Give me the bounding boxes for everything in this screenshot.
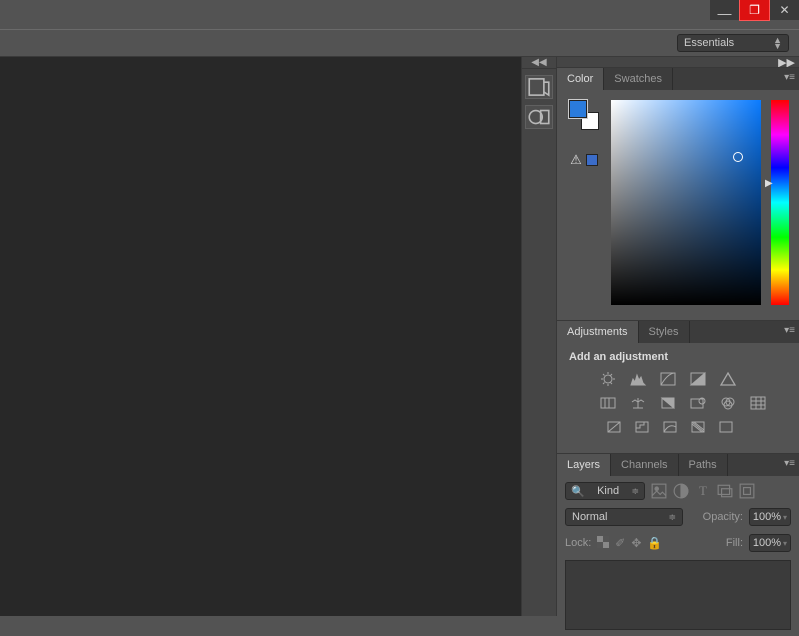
blend-mode-select[interactable]: Normal ≑ bbox=[565, 508, 683, 526]
filter-adjustment-icon[interactable] bbox=[673, 483, 689, 499]
gradient-map-icon[interactable] bbox=[689, 419, 707, 435]
tab-color[interactable]: Color bbox=[557, 68, 604, 90]
hue-slider[interactable]: ▶ bbox=[771, 100, 789, 305]
canvas-area bbox=[0, 57, 521, 616]
tab-paths[interactable]: Paths bbox=[679, 454, 728, 476]
dropdown-arrows-icon: ▲▼ bbox=[773, 37, 782, 49]
lock-pixels-icon[interactable]: ✐ bbox=[615, 536, 625, 550]
properties-panel-icon[interactable] bbox=[525, 105, 553, 129]
color-lookup-icon[interactable] bbox=[749, 395, 767, 411]
color-picker-cursor bbox=[733, 152, 743, 162]
gamut-warning-icon[interactable]: ⚠ bbox=[570, 152, 582, 168]
lock-label: Lock: bbox=[565, 537, 591, 549]
maximize-button[interactable]: ❐ bbox=[740, 0, 769, 20]
selective-color-icon[interactable] bbox=[717, 419, 735, 435]
color-balance-icon[interactable] bbox=[629, 395, 647, 411]
color-panel: Color Swatches ▾≡ ⚠ bbox=[557, 67, 799, 320]
adjustments-heading: Add an adjustment bbox=[569, 351, 787, 363]
invert-icon[interactable] bbox=[605, 419, 623, 435]
opacity-input[interactable]: 100%▾ bbox=[749, 508, 791, 526]
panel-menu-icon[interactable]: ▾≡ bbox=[784, 325, 795, 336]
levels-icon[interactable] bbox=[629, 371, 647, 387]
history-panel-icon[interactable] bbox=[525, 75, 553, 99]
close-button[interactable]: ✕ bbox=[770, 0, 799, 20]
tab-layers[interactable]: Layers bbox=[557, 454, 611, 476]
foreground-color-swatch[interactable] bbox=[569, 100, 587, 118]
lock-transparency-icon[interactable] bbox=[597, 536, 609, 551]
curves-icon[interactable] bbox=[659, 371, 677, 387]
gamut-swatch[interactable] bbox=[586, 154, 598, 166]
fill-label: Fill: bbox=[726, 537, 743, 549]
tab-swatches[interactable]: Swatches bbox=[604, 68, 673, 90]
black-white-icon[interactable] bbox=[659, 395, 677, 411]
tab-channels[interactable]: Channels bbox=[611, 454, 678, 476]
channel-mixer-icon[interactable] bbox=[719, 395, 737, 411]
minimize-button[interactable]: — bbox=[710, 0, 739, 20]
filter-smart-icon[interactable] bbox=[739, 483, 755, 499]
photo-filter-icon[interactable] bbox=[689, 395, 707, 411]
hue-saturation-icon[interactable] bbox=[599, 395, 617, 411]
layers-list-empty bbox=[565, 560, 791, 630]
collapse-toggle[interactable]: ◀◀ bbox=[522, 57, 556, 69]
collapsed-panel-strip: ◀◀ bbox=[521, 57, 557, 616]
workspace-selector[interactable]: Essentials ▲▼ bbox=[677, 34, 789, 52]
opacity-label: Opacity: bbox=[703, 511, 743, 523]
tab-adjustments[interactable]: Adjustments bbox=[557, 321, 639, 343]
tab-styles[interactable]: Styles bbox=[639, 321, 690, 343]
foreground-background-swatches[interactable] bbox=[569, 100, 599, 130]
brightness-contrast-icon[interactable] bbox=[599, 371, 617, 387]
workspace-label: Essentials bbox=[684, 37, 734, 49]
vibrance-icon[interactable] bbox=[719, 371, 737, 387]
posterize-icon[interactable] bbox=[633, 419, 651, 435]
adjustments-panel: Adjustments Styles ▾≡ Add an adjustment bbox=[557, 320, 799, 453]
panel-dock-header: ▶▶ bbox=[557, 57, 799, 67]
filter-pixel-icon[interactable] bbox=[651, 483, 667, 499]
layers-panel: Layers Channels Paths ▾≡ 🔍 Kind ≑ bbox=[557, 453, 799, 636]
panel-menu-icon[interactable]: ▾≡ bbox=[784, 458, 795, 469]
layer-kind-filter[interactable]: 🔍 Kind ≑ bbox=[565, 482, 645, 500]
options-bar: Essentials ▲▼ bbox=[0, 29, 799, 57]
lock-position-icon[interactable]: ✥ bbox=[631, 536, 641, 550]
fill-input[interactable]: 100%▾ bbox=[749, 534, 791, 552]
color-field-picker[interactable] bbox=[611, 100, 761, 305]
titlebar: — ❐ ✕ bbox=[0, 0, 799, 29]
filter-shape-icon[interactable] bbox=[717, 483, 733, 499]
hue-slider-handle[interactable]: ▶ bbox=[765, 178, 773, 189]
panel-menu-icon[interactable]: ▾≡ bbox=[784, 72, 795, 83]
window-controls: — ❐ ✕ bbox=[709, 0, 799, 20]
lock-all-icon[interactable]: 🔒 bbox=[647, 536, 662, 550]
filter-type-icon[interactable]: T bbox=[695, 483, 711, 499]
threshold-icon[interactable] bbox=[661, 419, 679, 435]
exposure-icon[interactable] bbox=[689, 371, 707, 387]
right-panel-dock: ◀◀ ▶▶ Color Swatches ▾≡ bbox=[521, 57, 799, 616]
